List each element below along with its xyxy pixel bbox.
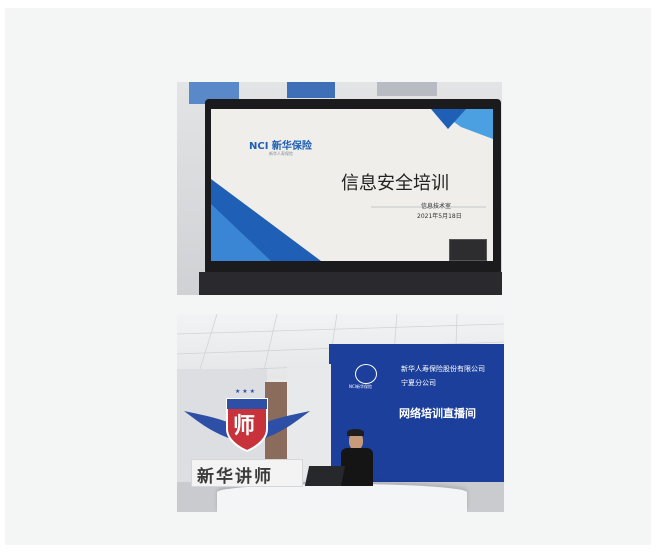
lecturer-sign: 新华讲师	[197, 467, 273, 487]
branch-name: 宁夏分公司	[401, 379, 436, 387]
company-logo-icon	[355, 364, 377, 384]
slide-logo-tagline: 新华人寿保险	[269, 151, 293, 156]
studio-photo: NCI新华保险 新华人寿保险股份有限公司 宁夏分公司 网络培训直播间 ★ ★ ★…	[177, 314, 504, 512]
room-name: 网络培训直播间	[399, 407, 476, 420]
slide-logo: NCI 新华保险	[249, 141, 312, 152]
slide-date: 2021年5月18日	[417, 213, 462, 220]
slide-department: 信息技术室	[421, 203, 452, 210]
background-object	[287, 82, 335, 98]
laptop-photo: NCI 新华保险 新华人寿保险 信息安全培训 信息技术室 2021年5月18日	[177, 82, 502, 295]
video-thumbnail	[449, 239, 487, 261]
person-hair	[347, 429, 364, 436]
wall-logo-text: NCI新华保险	[349, 384, 372, 389]
laptop-base	[199, 272, 502, 295]
company-name: 新华人寿保险股份有限公司	[401, 365, 485, 373]
slide-title: 信息安全培训	[341, 173, 449, 194]
page-background: NCI 新华保险 新华人寿保险 信息安全培训 信息技术室 2021年5月18日	[5, 8, 651, 545]
studio-laptop	[304, 466, 346, 486]
background-object	[377, 82, 437, 96]
emblem-character: 师	[233, 414, 256, 439]
person-body	[341, 448, 373, 486]
emblem-stars: ★ ★ ★	[235, 389, 255, 395]
desk	[217, 484, 467, 512]
